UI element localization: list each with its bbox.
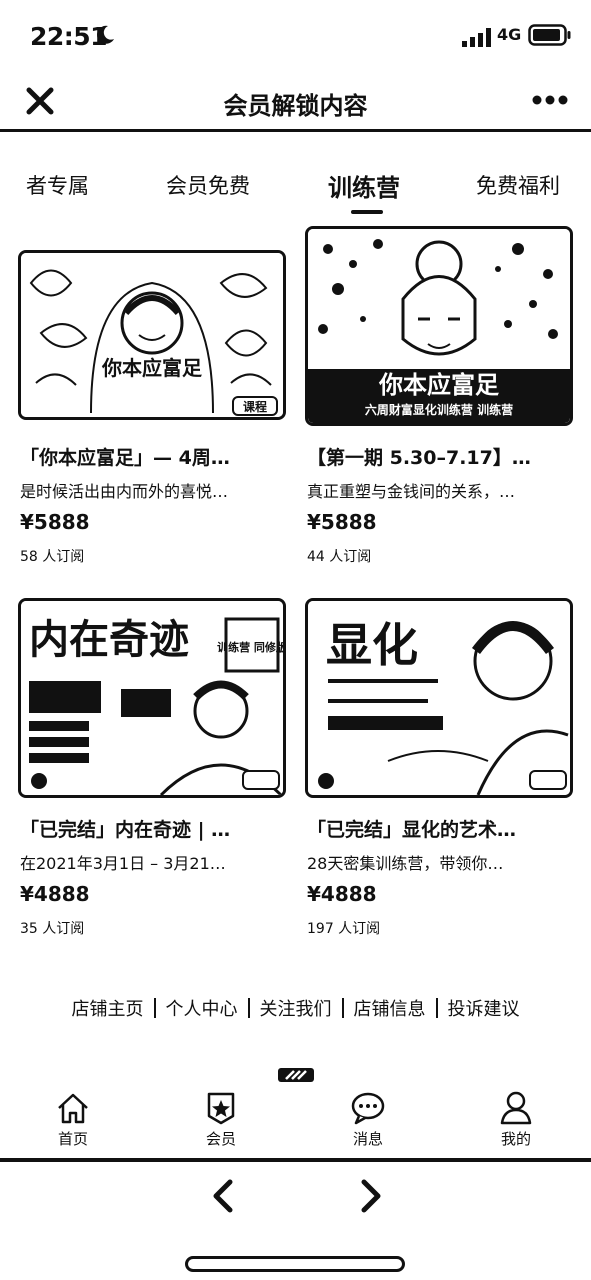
- divider: [247, 998, 250, 1018]
- thumb-text: 你本应富足: [101, 356, 203, 380]
- more-icon[interactable]: [532, 91, 568, 109]
- course-price: ¥4888: [20, 882, 90, 906]
- footer-link-store-info[interactable]: 店铺信息: [354, 999, 426, 1020]
- course-thumbnail[interactable]: 显化: [305, 598, 573, 798]
- footer-link-personal-center[interactable]: 个人中心: [166, 999, 238, 1020]
- home-indicator[interactable]: [185, 1256, 405, 1272]
- course-description: 28天密集训练营，带领你…: [307, 854, 504, 873]
- home-icon: [58, 1093, 88, 1124]
- course-description: 在2021年3月1日 – 3月21…: [20, 854, 226, 873]
- course-thumbnail[interactable]: 内在奇迹 训练营 同修版: [18, 598, 286, 798]
- moon-icon: [97, 25, 114, 44]
- subscriber-count: 197 人订阅: [307, 921, 381, 937]
- divider: [153, 998, 156, 1018]
- tabbar-item-home[interactable]: 首页: [33, 1090, 113, 1149]
- brand-logo-icon: [278, 1068, 314, 1082]
- tabbar-label: 首页: [57, 1130, 88, 1148]
- subscriber-count: 44 人订阅: [307, 549, 372, 565]
- subscriber-count: 35 人订阅: [20, 921, 85, 937]
- course-description: 是时候活出由内而外的喜悦…: [20, 482, 229, 501]
- profile-icon: [500, 1091, 532, 1125]
- footer-link-feedback[interactable]: 投诉建议: [448, 999, 520, 1020]
- back-arrow-icon[interactable]: [210, 1178, 238, 1214]
- tab-free-benefits[interactable]: 免费福利: [476, 170, 560, 200]
- course-thumbnail[interactable]: 你本应富足 课程: [18, 250, 286, 420]
- footer-links: 店铺主页 个人中心 关注我们 店铺信息 投诉建议: [0, 995, 591, 1021]
- message-icon: [351, 1092, 385, 1125]
- tab-member-free[interactable]: 会员免费: [166, 170, 250, 200]
- thumb-badge: 训练营 同修版: [217, 640, 283, 654]
- course-title[interactable]: 「已完结」内在奇迹 | …: [20, 815, 284, 842]
- tabbar-label: 消息: [352, 1130, 383, 1148]
- thumb-badge: 六周财富显化训练营 训练营: [365, 402, 513, 417]
- page-title: 会员解锁内容: [223, 92, 368, 120]
- course-title[interactable]: 「已完结」显化的艺术…: [307, 815, 571, 842]
- course-thumbnail[interactable]: 你本应富足 六周财富显化训练营 训练营: [305, 226, 573, 426]
- thumb-text: 你本应富足: [378, 370, 499, 399]
- divider: [435, 998, 438, 1018]
- signal-icon: [462, 28, 491, 47]
- tab-exclusive[interactable]: 者专属: [26, 170, 89, 200]
- nav-bar: 会员解锁内容: [0, 74, 591, 132]
- tabbar-label: 我的: [500, 1130, 531, 1148]
- battery-icon: [528, 24, 571, 46]
- thumb-text: 显化: [326, 618, 418, 672]
- tabbar-item-profile[interactable]: 我的: [476, 1090, 556, 1149]
- status-bar: 22:51 4G: [0, 0, 591, 74]
- footer-link-follow-us[interactable]: 关注我们: [260, 999, 332, 1020]
- active-tab-indicator: [351, 210, 383, 214]
- footer-link-store-home[interactable]: 店铺主页: [72, 999, 144, 1020]
- bottom-tab-bar: 首页 会员 消息 我的: [0, 1088, 591, 1162]
- forward-arrow-icon[interactable]: [356, 1178, 384, 1214]
- course-price: ¥4888: [307, 882, 377, 906]
- tabbar-item-member[interactable]: 会员: [181, 1090, 261, 1149]
- course-price: ¥5888: [307, 510, 377, 534]
- subscriber-count: 58 人订阅: [20, 549, 85, 565]
- tabbar-item-messages[interactable]: 消息: [328, 1090, 408, 1149]
- course-price: ¥5888: [20, 510, 90, 534]
- member-badge-icon: [207, 1092, 235, 1125]
- divider: [341, 998, 344, 1018]
- browser-controls: [0, 1166, 591, 1280]
- tab-training-camp[interactable]: 训练营: [328, 168, 400, 203]
- course-title[interactable]: 【第一期 5.30–7.17】…: [307, 443, 571, 470]
- tabbar-label: 会员: [205, 1130, 236, 1148]
- course-description: 真正重塑与金钱间的关系，…: [307, 482, 516, 501]
- thumb-badge: 课程: [243, 399, 267, 414]
- thumb-text: 内在奇迹: [29, 617, 189, 663]
- course-title[interactable]: 「你本应富足」— 4周…: [20, 443, 284, 470]
- network-type: 4G: [497, 25, 522, 44]
- category-tabs: 者专属 会员免费 训练营 免费福利: [0, 160, 591, 216]
